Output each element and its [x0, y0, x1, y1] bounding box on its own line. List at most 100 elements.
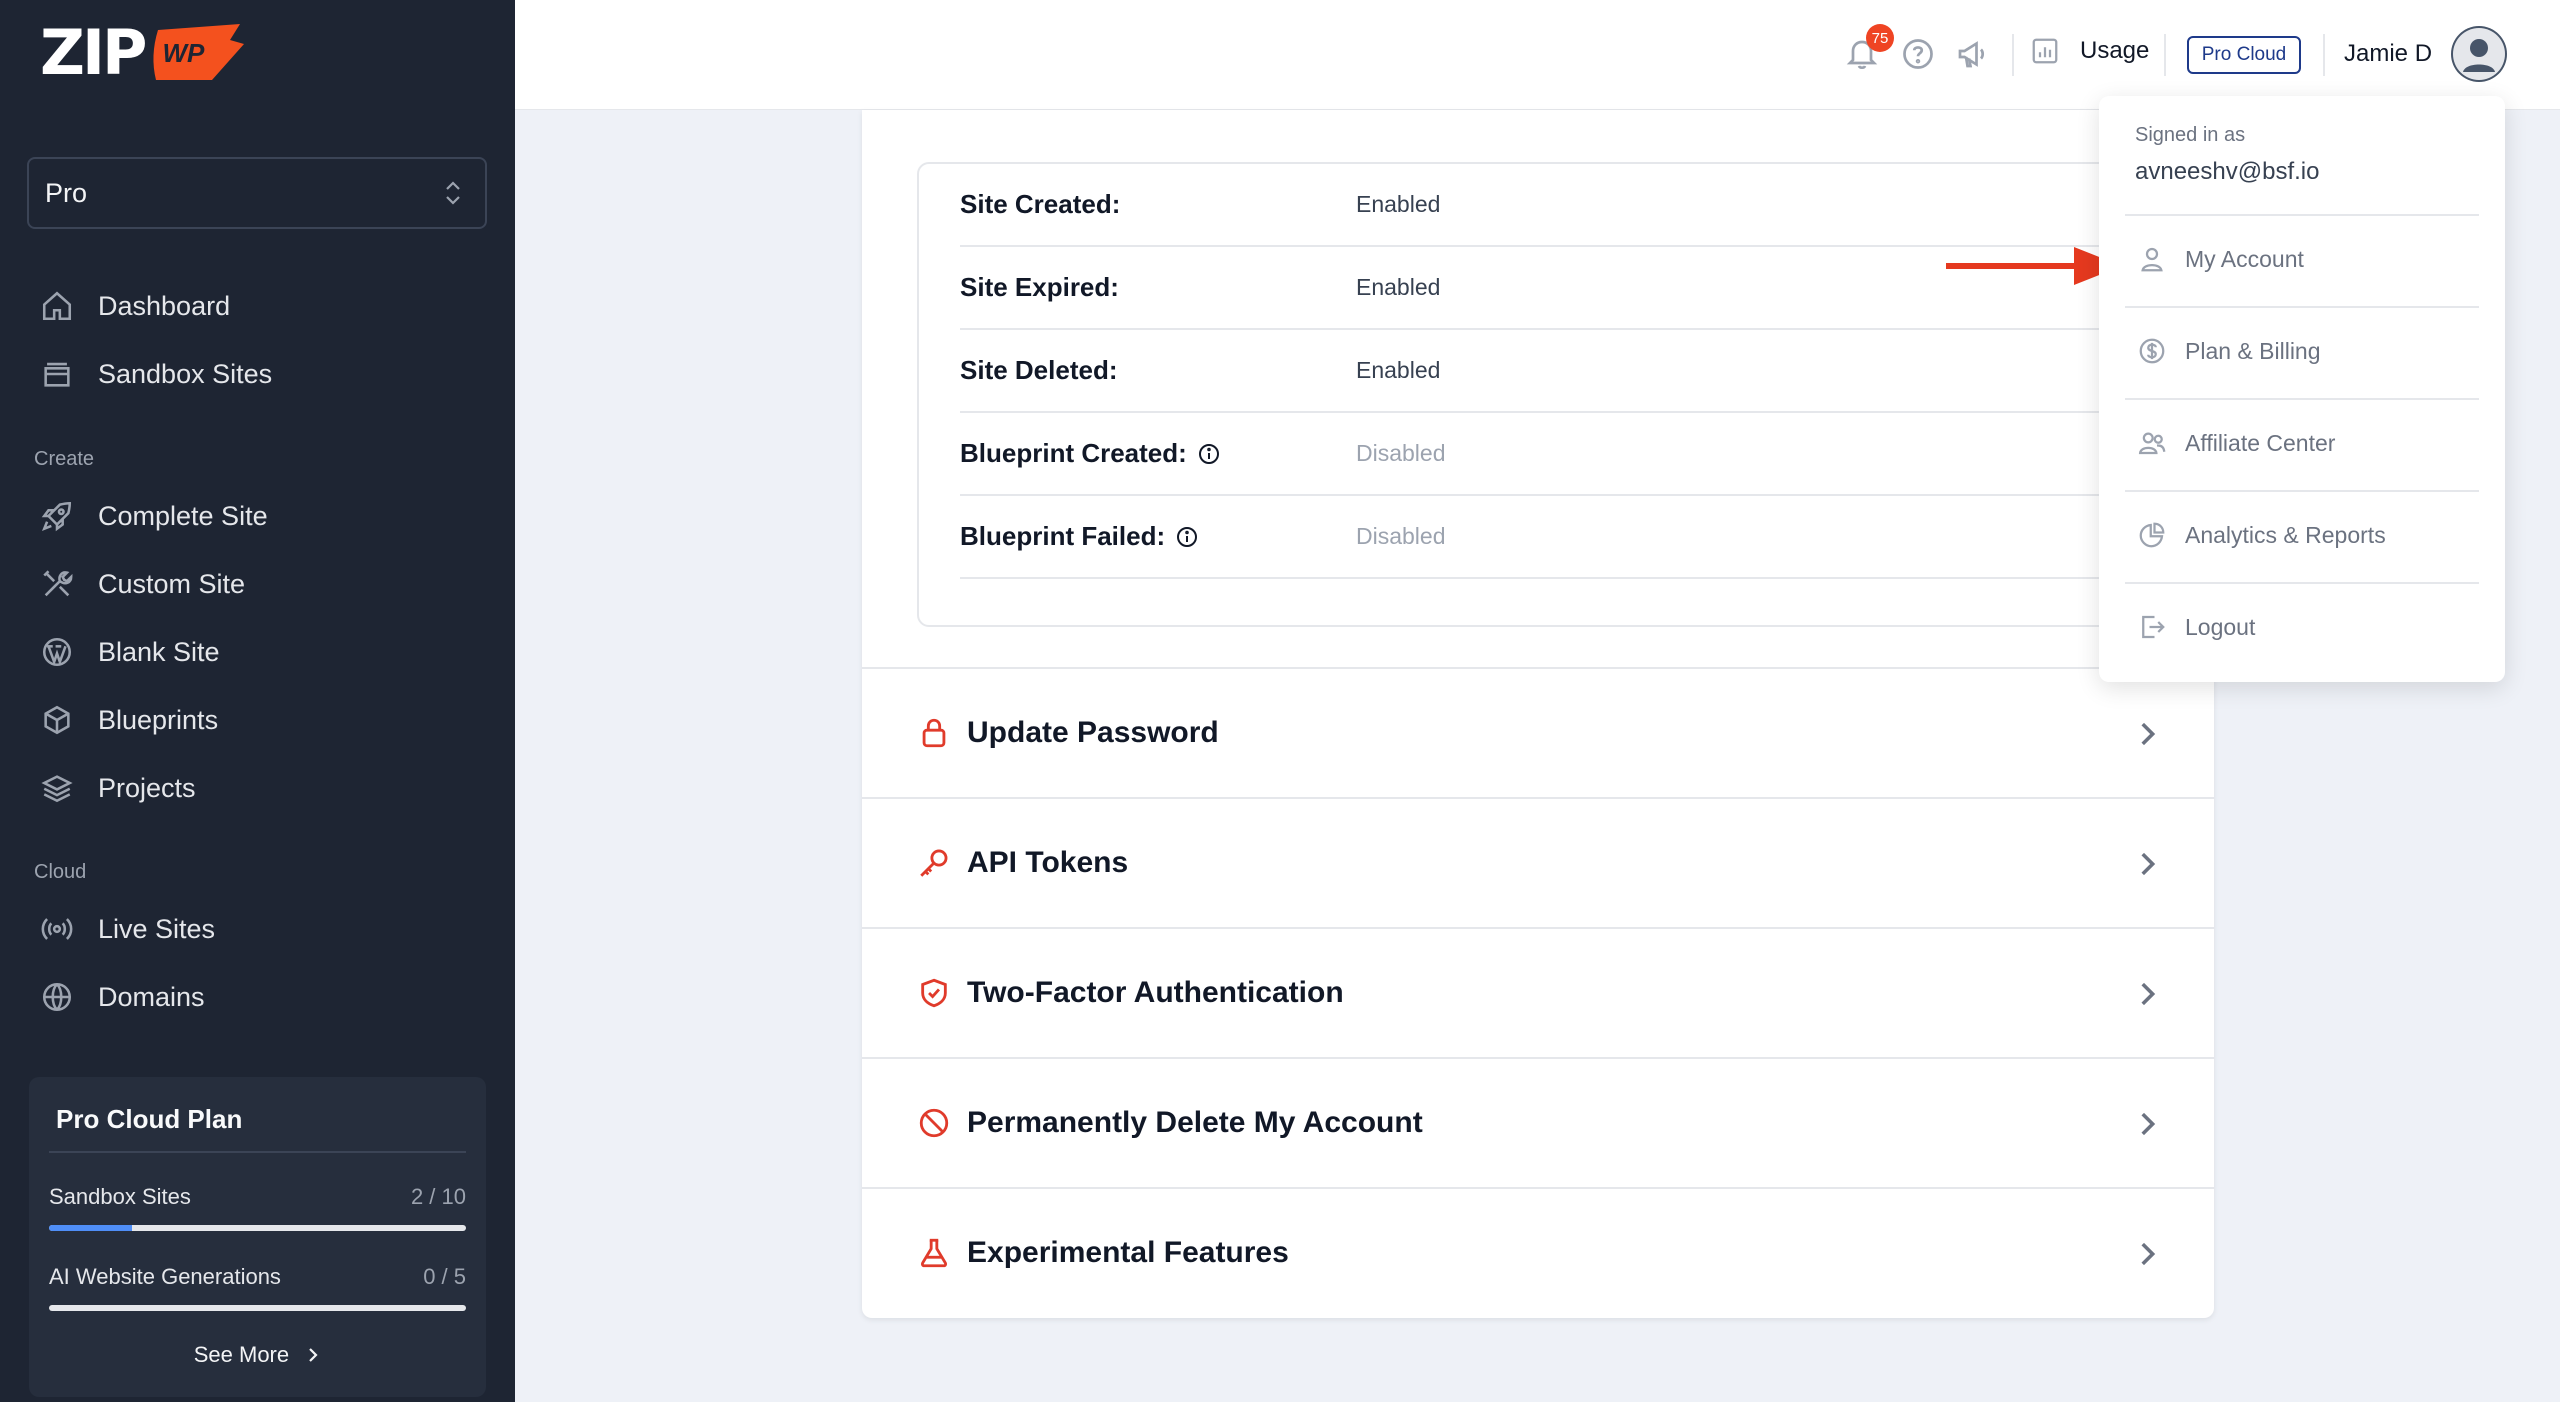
menu-divider — [2125, 582, 2479, 584]
notification-status[interactable]: Enabled — [1356, 274, 1440, 301]
topbar-separator — [2323, 34, 2325, 76]
layers-icon — [41, 775, 73, 803]
info-icon[interactable] — [1197, 442, 1221, 466]
chevron-right-icon — [2141, 1242, 2156, 1266]
nav-projects[interactable]: Projects — [40, 763, 196, 813]
signed-in-email: avneeshv@bsf.io — [2135, 158, 2320, 185]
notification-label: Site Created: — [960, 189, 1356, 220]
email-notifications-box: Site Created: Enabled Site Expired: Enab… — [917, 162, 2167, 627]
section-delete-account[interactable]: Permanently Delete My Account — [862, 1057, 2214, 1187]
section-api-tokens[interactable]: API Tokens — [862, 797, 2214, 927]
user-menu-dropdown: Signed in as avneeshv@bsf.io My Account … — [2099, 96, 2505, 682]
menu-item-affiliate-center[interactable]: Affiliate Center — [2137, 428, 2335, 458]
section-label: API Tokens — [967, 846, 1129, 879]
section-label: Update Password — [967, 716, 1219, 749]
notification-status[interactable]: Disabled — [1356, 523, 1446, 550]
menu-item-label: Affiliate Center — [2185, 429, 2336, 456]
notification-status[interactable]: Disabled — [1356, 440, 1446, 467]
section-label: Permanently Delete My Account — [967, 1106, 1423, 1139]
menu-divider — [2125, 214, 2479, 216]
nav-domains[interactable]: Domains — [40, 972, 205, 1022]
help-icon — [1903, 39, 1933, 69]
bar-chart-icon — [2032, 38, 2058, 64]
usage-sandbox-fill — [49, 1225, 133, 1231]
section-cloud-label: Cloud — [34, 861, 87, 883]
logo-badge-text: WP — [162, 38, 205, 68]
nav-complete-site[interactable]: Complete Site — [40, 491, 268, 541]
section-two-factor-auth[interactable]: Two-Factor Authentication — [862, 927, 2214, 1057]
sidebar: ZIP WP Pro Dashboard Sandbox Sites Creat… — [0, 0, 515, 1402]
nav-dashboard-label: Dashboard — [98, 290, 231, 321]
menu-divider — [2125, 398, 2479, 400]
notification-status[interactable]: Enabled — [1356, 191, 1440, 218]
nav-sandbox-sites[interactable]: Sandbox Sites — [40, 349, 272, 399]
tools-icon — [43, 570, 73, 597]
nav-projects-label: Projects — [98, 772, 196, 803]
topbar-separator — [2164, 34, 2166, 76]
notification-label-text: Site Expired: — [960, 272, 1119, 302]
box-icon — [44, 362, 70, 387]
menu-divider — [2125, 490, 2479, 492]
chevron-right-icon — [2141, 852, 2156, 876]
menu-item-my-account[interactable]: My Account — [2137, 244, 2304, 274]
zipwp-logo[interactable]: ZIP WP — [40, 22, 246, 84]
section-update-password[interactable]: Update Password — [862, 667, 2214, 797]
notification-row-blueprint-created: Blueprint Created: Disabled — [960, 413, 2140, 496]
nav-custom-site[interactable]: Custom Site — [40, 559, 245, 609]
nav-custom-site-label: Custom Site — [98, 568, 246, 599]
broadcast-icon — [41, 918, 73, 940]
plan-select-value: Pro — [45, 177, 88, 208]
section-create-label: Create — [34, 448, 95, 470]
account-settings-card: Site Created: Enabled Site Expired: Enab… — [862, 110, 2214, 1318]
menu-item-plan-billing[interactable]: Plan & Billing — [2137, 336, 2321, 366]
key-icon — [920, 849, 948, 877]
chevron-right-icon — [2141, 722, 2156, 746]
usage-sandbox-count: 2 / 10 — [410, 1184, 466, 1209]
notification-label-text: Site Created: — [960, 189, 1121, 219]
chevron-right-icon — [2141, 1112, 2156, 1136]
nav-blank-site[interactable]: Blank Site — [40, 627, 220, 677]
cube-icon — [44, 705, 70, 735]
notification-status[interactable]: Enabled — [1356, 357, 1440, 384]
notifications-count-badge: 75 — [1866, 24, 1894, 52]
usage-ai-bar — [49, 1305, 466, 1311]
info-icon[interactable] — [1175, 525, 1199, 549]
nav-live-sites[interactable]: Live Sites — [40, 904, 215, 954]
see-more-label: See More — [193, 1342, 290, 1367]
globe-icon — [42, 982, 72, 1012]
plan-card: Pro Cloud Plan Sandbox Sites 2 / 10 AI W… — [29, 1077, 486, 1397]
menu-item-label: My Account — [2185, 245, 2304, 272]
usage-ai-label: AI Website Generations — [49, 1264, 281, 1289]
section-experimental-features[interactable]: Experimental Features — [862, 1187, 2214, 1317]
announcements-button[interactable] — [1954, 36, 1990, 72]
menu-item-logout[interactable]: Logout — [2137, 612, 2255, 642]
user-name[interactable]: Jamie D — [2344, 40, 2432, 68]
avatar[interactable] — [2451, 26, 2507, 82]
nav-blank-site-label: Blank Site — [98, 636, 220, 667]
usage-link[interactable]: Usage — [2030, 36, 2149, 66]
menu-item-analytics-reports[interactable]: Analytics & Reports — [2137, 520, 2386, 550]
plan-badge[interactable]: Pro Cloud — [2187, 36, 2301, 74]
see-more-link[interactable]: See More — [29, 1342, 486, 1368]
nav-blueprints[interactable]: Blueprints — [40, 695, 218, 745]
menu-item-label: Logout — [2185, 613, 2256, 640]
help-button[interactable] — [1900, 36, 1936, 72]
section-label: Experimental Features — [967, 1236, 1289, 1269]
plan-card-divider — [49, 1151, 466, 1153]
nav-complete-site-label: Complete Site — [98, 500, 268, 531]
logo-badge: WP — [148, 22, 246, 84]
notification-row-site-created: Site Created: Enabled — [960, 164, 2140, 247]
ban-icon — [919, 1108, 949, 1138]
notification-label-text: Blueprint Failed: — [960, 521, 1166, 551]
notification-label: Site Expired: — [960, 272, 1356, 303]
plan-select[interactable]: Pro — [27, 157, 487, 229]
user-icon — [2141, 247, 2163, 272]
notification-label: Blueprint Created: — [960, 438, 1356, 469]
notification-label-text: Blueprint Created: — [960, 438, 1187, 468]
nav-dashboard[interactable]: Dashboard — [40, 281, 230, 331]
dollar-icon — [2139, 338, 2165, 364]
chevron-right-icon — [2141, 982, 2156, 1006]
lock-icon — [922, 718, 946, 748]
usage-sandbox-label: Sandbox Sites — [49, 1184, 191, 1209]
nav-live-sites-label: Live Sites — [98, 913, 216, 944]
